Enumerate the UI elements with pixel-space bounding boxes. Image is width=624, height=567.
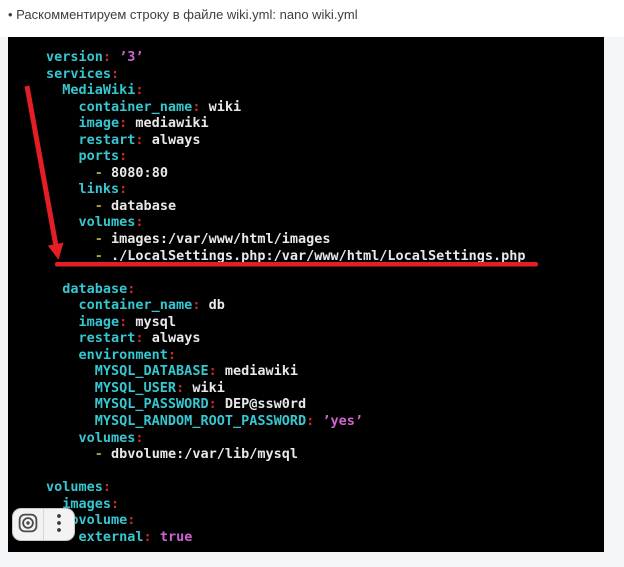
code-line: database:: [46, 281, 604, 298]
instruction-text: • Раскомментируем строку в файле wiki.ym…: [8, 6, 608, 23]
code-line: image: mysql: [46, 314, 604, 331]
code-line: restart: always: [46, 132, 604, 149]
code-line: services:: [46, 66, 604, 83]
code-line: images:: [46, 496, 604, 513]
code-line: MYSQL_RANDOM_ROOT_PASSWORD: ’yes’: [46, 413, 604, 430]
terminal-window: version: ’3’services: MediaWiki: contain…: [8, 37, 604, 552]
kebab-menu-icon: [56, 512, 62, 537]
code-line: ports:: [46, 148, 604, 165]
code-line: [46, 264, 604, 281]
code-line: - ./LocalSettings.php:/var/www/html/Loca…: [46, 248, 604, 265]
more-options-button[interactable]: [44, 509, 74, 540]
code-line: environment:: [46, 347, 604, 364]
code-line: restart: always: [46, 330, 604, 347]
code-line: version: ’3’: [46, 49, 604, 66]
code-line: dbvolume:: [46, 512, 604, 529]
code-line: - dbvolume:/var/lib/mysql: [46, 446, 604, 463]
code-line: volumes:: [46, 430, 604, 447]
code-line: MYSQL_PASSWORD: DEP@ssw0rd: [46, 396, 604, 413]
screenshot-tools-widget: [12, 508, 75, 541]
code-line: MYSQL_USER: wiki: [46, 380, 604, 397]
visual-search-icon: [17, 512, 39, 537]
code-line: volumes:: [46, 214, 604, 231]
code-line: external: true: [46, 529, 604, 546]
terminal-code: version: ’3’services: MediaWiki: contain…: [8, 49, 604, 545]
visual-search-button[interactable]: [13, 509, 43, 540]
code-line: volumes:: [46, 479, 604, 496]
code-line: - 8080:80: [46, 165, 604, 182]
code-line: MYSQL_DATABASE: mediawiki: [46, 363, 604, 380]
code-line: MediaWiki:: [46, 82, 604, 99]
code-line: - images:/var/www/html/images: [46, 231, 604, 248]
code-line: - database: [46, 198, 604, 215]
code-line: [46, 463, 604, 480]
code-line: links:: [46, 181, 604, 198]
code-line: image: mediawiki: [46, 115, 604, 132]
code-line: container_name: wiki: [46, 99, 604, 116]
code-line: container_name: db: [46, 297, 604, 314]
